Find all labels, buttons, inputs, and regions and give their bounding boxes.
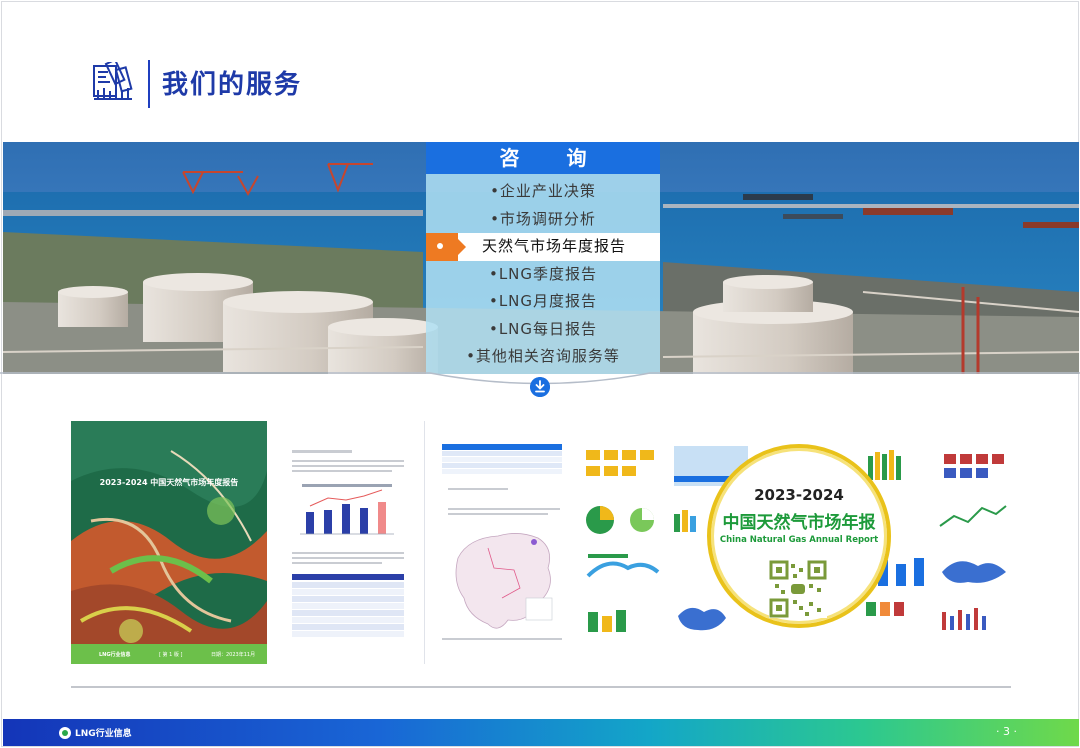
divider-line <box>424 421 425 664</box>
menu-item-monthly-report[interactable]: •LNG月度报告 <box>426 288 660 316</box>
cover-date: 日期：2023年11月 <box>211 652 256 658</box>
active-marker-icon <box>426 233 466 261</box>
consulting-menu: 咨 询 •企业产业决策 •市场调研分析 天然气市场年度报告 •LNG季度报告 •… <box>426 142 660 374</box>
menu-item-label: •企业产业决策 <box>490 182 596 200</box>
annual-report-badge[interactable]: 2023-2024 中国天然气市场年报 China Natural Gas An… <box>707 444 891 628</box>
menu-item-enterprise-decision[interactable]: •企业产业决策 <box>426 178 660 206</box>
title-separator <box>148 60 150 108</box>
menu-item-annual-report[interactable]: 天然气市场年度报告 <box>426 233 660 261</box>
menu-item-daily-report[interactable]: •LNG每日报告 <box>426 316 660 344</box>
badge-title: 中国天然气市场年报 <box>722 513 876 533</box>
brand-logo-icon <box>59 727 71 739</box>
page-number: · 3 · <box>996 725 1017 738</box>
qr-code-icon[interactable] <box>769 560 827 618</box>
menu-item-quarterly-report[interactable]: •LNG季度报告 <box>426 261 660 289</box>
cover-brand: LNG行业信息 <box>99 652 131 658</box>
cover-edition: [ 第 1 版 ] <box>159 652 183 658</box>
cover-landscape-image <box>71 421 267 664</box>
badge-subtitle: China Natural Gas Annual Report <box>719 535 879 545</box>
menu-item-label: •LNG每日报告 <box>488 319 598 338</box>
footer-brand: LNG行业信息 <box>75 729 132 739</box>
footer-bar: LNG行业信息 · 3 · <box>3 719 1079 746</box>
menu-item-other-services[interactable]: •其他相关咨询服务等 <box>426 343 660 371</box>
report-cover[interactable]: 2023-2024 中国天然气市场年度报告 LNG行业信息 [ 第 1 版 ] … <box>71 421 267 664</box>
menu-item-market-research[interactable]: •市场调研分析 <box>426 206 660 234</box>
cover-title: 2023-2024 中国天然气市场年度报告 <box>99 478 239 487</box>
menu-heading: 咨 询 <box>426 142 660 174</box>
cover-footer: LNG行业信息 [ 第 1 版 ] 日期：2023年11月 <box>71 644 267 664</box>
menu-item-label: 天然气市场年度报告 <box>481 237 626 255</box>
report-map-page-thumbnail[interactable] <box>438 438 568 660</box>
document-chart-icon <box>93 62 133 100</box>
badge-years: 2023-2024 <box>754 486 844 504</box>
download-arrow-icon[interactable] <box>530 377 550 397</box>
menu-list: •企业产业决策 •市场调研分析 天然气市场年度报告 •LNG季度报告 •LNG月… <box>426 174 660 374</box>
menu-item-label: •LNG季度报告 <box>488 264 598 283</box>
menu-item-label: •其他相关咨询服务等 <box>466 347 620 365</box>
menu-item-label: •LNG月度报告 <box>488 292 598 310</box>
report-page-thumbnail[interactable] <box>282 440 412 660</box>
bottom-rule <box>71 686 1011 688</box>
menu-item-label: •市场调研分析 <box>490 209 596 228</box>
page-title: 我们的服务 <box>162 70 303 100</box>
